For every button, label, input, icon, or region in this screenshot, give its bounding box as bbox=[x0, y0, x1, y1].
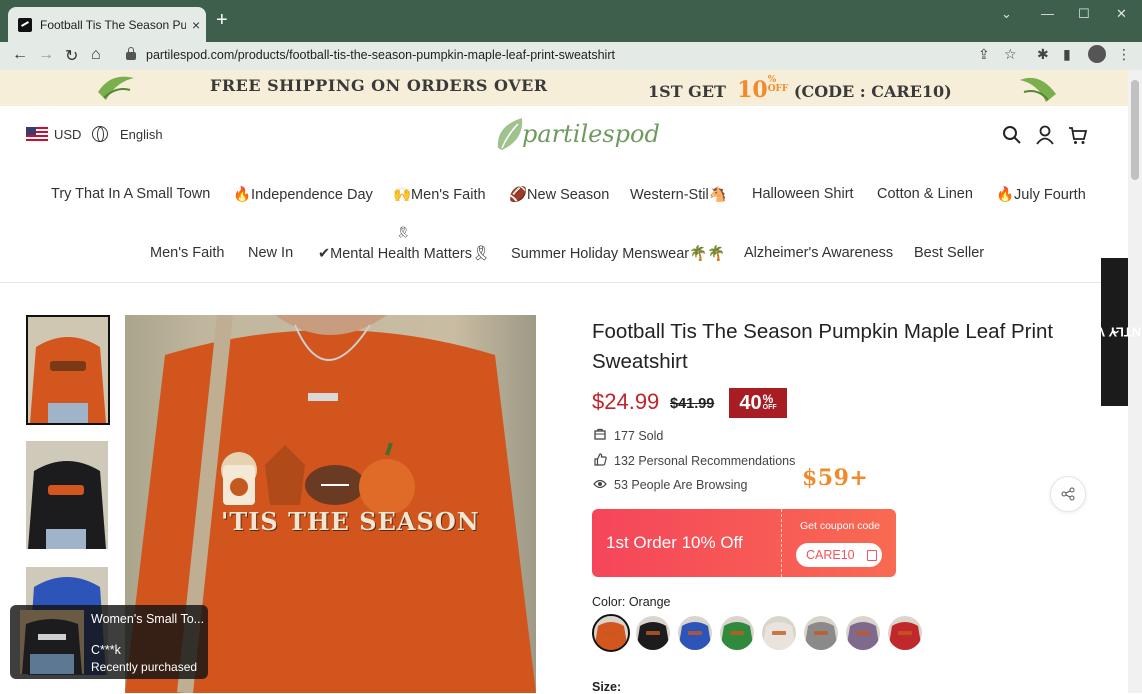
page-scrollbar[interactable] bbox=[1128, 70, 1142, 693]
cart-icon[interactable] bbox=[1068, 125, 1088, 145]
extensions-icon[interactable]: ✱ bbox=[1037, 46, 1049, 63]
free-shipping-text: FREE SHIPPING ON ORDERS OVER $59+ bbox=[210, 76, 869, 491]
nav-item-new-in[interactable]: New In bbox=[248, 245, 293, 261]
search-icon[interactable] bbox=[1002, 125, 1022, 145]
product-thumbnail[interactable] bbox=[26, 441, 108, 549]
eye-icon bbox=[592, 478, 608, 492]
language-label: English bbox=[120, 126, 163, 142]
color-label: Color: Orange bbox=[592, 595, 671, 609]
nav-item-western-stil[interactable]: Western-Stil🐴 bbox=[630, 186, 727, 203]
product-thumbnail[interactable] bbox=[26, 315, 110, 425]
shirt-print-text: 'TIS THE SEASON bbox=[221, 507, 480, 536]
nav-item-alzheimers[interactable]: Alzheimer's Awareness bbox=[744, 245, 893, 261]
leaf-decoration-icon bbox=[98, 76, 134, 100]
color-swatch[interactable] bbox=[636, 616, 670, 650]
us-flag-icon bbox=[26, 127, 48, 142]
coupon-headline: 1st Order 10% Off bbox=[606, 533, 743, 552]
color-swatch[interactable] bbox=[762, 616, 796, 650]
logo-text: partilespod bbox=[522, 120, 660, 148]
profile-avatar-icon[interactable] bbox=[1088, 45, 1106, 63]
menu-icon[interactable]: ⋮ bbox=[1117, 46, 1131, 63]
nav-item-small-town[interactable]: Try That In A Small Town bbox=[51, 186, 210, 202]
nav-item-cotton-linen[interactable]: Cotton & Linen bbox=[877, 186, 973, 202]
back-icon[interactable]: ← bbox=[12, 46, 28, 64]
browser-toolbar: ← → ↻ ⌂ partilespod.com/products/footbal… bbox=[0, 42, 1142, 70]
coupon-banner: 1st Order 10% Off Get coupon code CARE10 bbox=[592, 509, 896, 577]
new-tab-button[interactable]: + bbox=[216, 10, 228, 30]
sold-count: 177 Sold bbox=[592, 428, 663, 443]
thumbs-up-icon bbox=[592, 453, 608, 469]
color-swatch[interactable] bbox=[804, 616, 838, 650]
original-price: $41.99 bbox=[670, 396, 715, 412]
copy-coupon-button[interactable]: CARE10 bbox=[796, 543, 882, 567]
first-order-text: 1ST GET 10% OFF (CODE : CARE10) bbox=[648, 75, 952, 104]
share-icon bbox=[1061, 487, 1075, 501]
nav-divider bbox=[0, 282, 1128, 283]
recent-purchase-popup[interactable]: Women's Small To... C***k Recently purch… bbox=[10, 605, 208, 679]
address-bar[interactable]: partilespod.com/products/football-tis-th… bbox=[116, 42, 1026, 67]
globe-icon bbox=[92, 126, 108, 142]
color-swatch[interactable] bbox=[888, 616, 922, 650]
popup-product-name: Women's Small To... bbox=[91, 612, 205, 626]
product-title: Football Tis The Season Pumpkin Maple Le… bbox=[592, 320, 1054, 373]
window-close-icon[interactable]: ✕ bbox=[1116, 6, 1127, 22]
ribbon-icon: 🎗 bbox=[396, 227, 410, 239]
tab-title: Football Tis The Season Pumpkin bbox=[40, 17, 186, 32]
popup-product-image bbox=[20, 610, 84, 674]
discount-badge: 40 % OFF bbox=[729, 388, 787, 418]
nav-item-mens-faith-2[interactable]: Men's Faith bbox=[150, 245, 225, 261]
recently-viewed-tab[interactable]: ‹ RECENTLY VIEWED bbox=[1053, 258, 1142, 406]
sidepanel-icon[interactable]: ▮ bbox=[1063, 46, 1071, 63]
color-swatch[interactable] bbox=[592, 614, 630, 652]
coupon-get-label: Get coupon code bbox=[800, 520, 880, 532]
nav-item-independence-day[interactable]: 🔥Independence Day bbox=[233, 186, 373, 203]
nav-item-july-fourth[interactable]: 🔥July Fourth bbox=[996, 186, 1086, 203]
nav-item-mental-health[interactable]: ✔Mental Health Matters🎗 bbox=[318, 245, 490, 262]
popup-buyer-name: C***k bbox=[91, 643, 121, 657]
color-swatch[interactable] bbox=[720, 616, 754, 650]
nav-item-mens-faith[interactable]: 🙌Men's Faith bbox=[393, 186, 486, 203]
minimize-icon[interactable]: — bbox=[1041, 6, 1054, 21]
lock-icon bbox=[126, 46, 136, 60]
browser-tab-bar: Football Tis The Season Pumpkin × + ⌄ — … bbox=[0, 0, 1142, 42]
site-logo[interactable]: partilespod bbox=[494, 112, 660, 156]
coupon-code: CARE10 bbox=[806, 548, 855, 562]
tab-close-icon[interactable]: × bbox=[192, 17, 200, 33]
bookmark-star-icon[interactable]: ☆ bbox=[1004, 46, 1017, 63]
language-selector[interactable]: English bbox=[92, 126, 163, 142]
tab-search-icon[interactable]: ⌄ bbox=[1001, 6, 1012, 22]
currency-selector[interactable]: USD bbox=[26, 127, 81, 142]
leaf-decoration-icon bbox=[1020, 77, 1056, 102]
copy-icon bbox=[866, 549, 877, 561]
recommendations-count: 132 Personal Recommendations bbox=[592, 453, 795, 469]
nav-item-new-season[interactable]: 🏈New Season bbox=[509, 186, 609, 203]
url-text: partilespod.com/products/football-tis-th… bbox=[146, 47, 615, 62]
browsing-count: 53 People Are Browsing bbox=[592, 478, 747, 492]
maximize-icon[interactable]: ☐ bbox=[1078, 6, 1090, 22]
color-swatch[interactable] bbox=[846, 616, 880, 650]
share-page-icon[interactable]: ⇪ bbox=[978, 46, 990, 63]
current-price: $24.99 bbox=[592, 389, 660, 414]
size-label: Size: bbox=[592, 680, 622, 694]
currency-label: USD bbox=[54, 127, 82, 142]
bag-icon bbox=[592, 428, 608, 443]
share-button[interactable] bbox=[1050, 476, 1086, 512]
account-icon[interactable] bbox=[1036, 125, 1054, 145]
favicon-icon bbox=[18, 17, 32, 32]
nav-item-best-seller[interactable]: Best Seller bbox=[914, 245, 984, 261]
coupon-divider bbox=[781, 509, 782, 577]
scrollbar-thumb[interactable] bbox=[1131, 80, 1139, 180]
nav-item-summer-holiday[interactable]: Summer Holiday Menswear🌴🌴 bbox=[511, 245, 725, 262]
browser-tab[interactable]: Football Tis The Season Pumpkin × bbox=[8, 7, 206, 42]
nav-item-halloween-shirt[interactable]: Halloween Shirt bbox=[752, 186, 854, 202]
promo-banner: FREE SHIPPING ON ORDERS OVER $59+ 1ST GE… bbox=[0, 70, 1128, 491]
popup-status: Recently purchased bbox=[91, 660, 198, 674]
home-icon[interactable]: ⌂ bbox=[91, 46, 101, 64]
forward-icon[interactable]: → bbox=[38, 46, 54, 64]
reload-icon[interactable]: ↻ bbox=[65, 46, 78, 66]
color-swatch[interactable] bbox=[678, 616, 712, 650]
